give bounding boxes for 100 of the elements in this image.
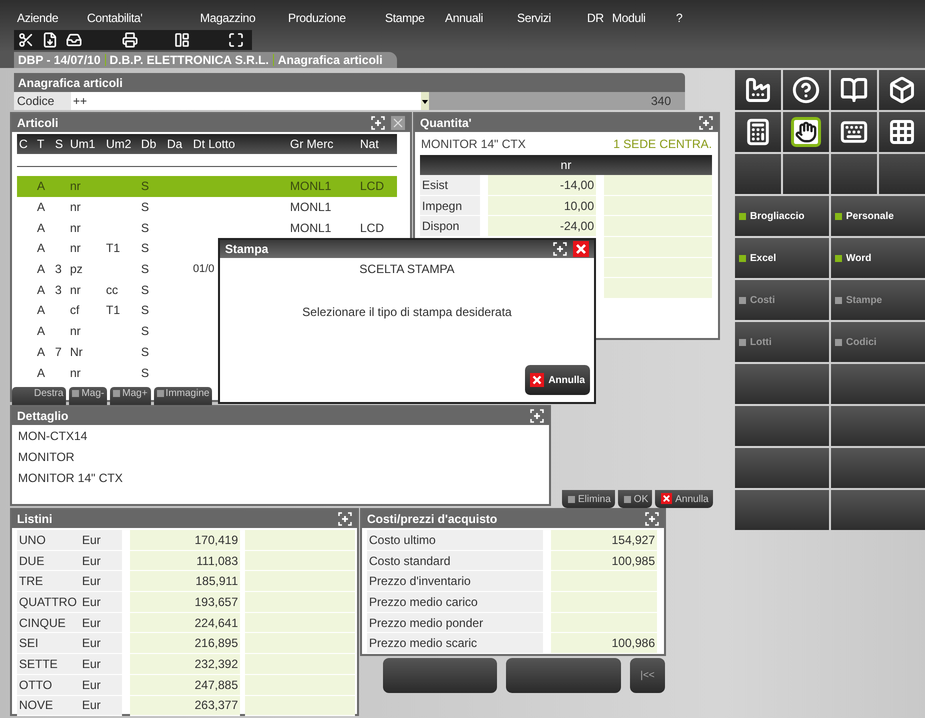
price-value: 216,895 <box>130 633 240 654</box>
table-row[interactable]: A nr S MONL1 <box>17 196 397 218</box>
table-row[interactable]: A nr S MONL1 LCD <box>17 217 397 238</box>
column-header: Um2 <box>106 137 132 151</box>
table-cell-text: S <box>141 344 150 359</box>
scissors-icon[interactable] <box>18 32 34 48</box>
table-cell-text: MONL1 <box>290 179 332 194</box>
toolbar-button[interactable]: Destra <box>12 387 66 405</box>
dropdown-caret-icon[interactable] <box>421 92 429 110</box>
code-input-field[interactable]: ++ <box>71 92 421 110</box>
table-cell-text: A <box>37 200 46 214</box>
cost-value: 154,927 <box>551 530 657 551</box>
price-value: 224,641 <box>130 612 240 634</box>
price-value: 247,885 <box>130 674 240 696</box>
menu-item[interactable]: Aziende <box>17 11 58 25</box>
table-cell-text: S <box>141 179 150 194</box>
column-header: Um1 <box>70 137 96 151</box>
table-cell-text: A <box>37 303 46 318</box>
menu-item[interactable]: Annuali <box>445 11 483 25</box>
toolbar-button[interactable]: Elimina <box>562 490 615 508</box>
price-list-label: OTTO Eur <box>17 674 122 696</box>
expand-icon[interactable] <box>553 242 567 256</box>
menu-item[interactable]: ? <box>676 11 682 25</box>
column-header: Dt Lotto <box>193 137 236 151</box>
price-value: 232,392 <box>130 654 240 675</box>
help-icon <box>792 76 820 104</box>
close-icon[interactable] <box>530 373 544 387</box>
form-title-bar: Anagrafica articoli <box>14 73 685 92</box>
table-cell-text: S <box>141 220 150 235</box>
table-cell-text: T1 <box>106 303 122 318</box>
column-header: Nat <box>360 137 380 151</box>
tool-button[interactable] <box>783 112 829 152</box>
menu-item[interactable]: DR <box>587 11 604 25</box>
expand-icon[interactable] <box>228 32 244 48</box>
table-cell-text: S <box>141 282 150 297</box>
tool-button[interactable] <box>735 112 781 152</box>
side-button[interactable]: Excel <box>735 238 829 278</box>
menu-item[interactable]: Produzione <box>288 11 346 25</box>
cancel-button[interactable]: Annulla <box>525 365 590 395</box>
menu-item[interactable]: Servizi <box>517 11 551 25</box>
tool-button[interactable] <box>879 112 925 152</box>
cost-label: Prezzo medio ponder <box>367 612 543 634</box>
tool-button[interactable] <box>831 112 877 152</box>
menu-item[interactable]: Magazzino <box>200 11 256 25</box>
tray-icon[interactable] <box>66 32 82 48</box>
table-cell-text: LCD <box>360 179 386 194</box>
toolbar-button[interactable]: Immagine <box>154 387 212 405</box>
quantity-value: -24,00 <box>488 216 596 238</box>
cost-label: Costo ultimo <box>367 530 543 551</box>
table-cell-text: A <box>37 262 46 276</box>
close-icon[interactable] <box>661 493 672 504</box>
table-cell-text: A <box>37 220 46 235</box>
menu-item[interactable]: Contabilita' <box>87 11 142 25</box>
column-header: C <box>19 137 29 151</box>
printer-icon[interactable] <box>122 32 138 48</box>
table-cell-text: nr <box>70 282 82 297</box>
window-title: Costi/prezzi d'acquisto <box>367 512 498 526</box>
table-cell-text: S <box>141 366 150 380</box>
table-cell-text: nr <box>70 200 82 214</box>
table-cell-text: nr <box>70 179 82 194</box>
row-label: Impegn <box>420 196 480 216</box>
close-icon[interactable] <box>573 241 589 257</box>
price-list-label: TRE Eur <box>17 571 122 592</box>
table-row[interactable]: A nr S MONL1 LCD <box>17 176 397 197</box>
menu-item[interactable]: Moduli <box>612 11 646 25</box>
price-value: 185,911 <box>130 571 240 592</box>
grid-icon <box>888 118 916 146</box>
column-header: T <box>37 137 46 151</box>
table-cell-text: A <box>37 282 46 297</box>
side-button[interactable]: Personale <box>831 196 925 236</box>
code-label: Codice <box>14 92 71 110</box>
product-name: MONITOR 14" CTX <box>421 137 526 151</box>
table-cell-text: nr <box>70 366 82 380</box>
price-value: 111,083 <box>130 550 240 572</box>
table-cell-text: nr <box>70 220 82 235</box>
column-header: Da <box>167 137 184 151</box>
side-button[interactable]: Word <box>831 238 925 278</box>
breadcrumb-item: DBP - 14/07/10 <box>18 53 100 67</box>
tool-button[interactable] <box>879 70 925 110</box>
row-label: Esist <box>420 175 480 196</box>
breadcrumb-item: D.B.P. ELETTRONICA S.R.L. <box>110 53 269 67</box>
dialog-message: Selezionare il tipo di stampa desiderata <box>302 305 512 319</box>
table-cell-text: LCD <box>360 220 386 235</box>
toolbar-button[interactable]: OK <box>618 490 652 508</box>
breadcrumb-item: Anagrafica articoli <box>278 53 383 67</box>
document-icon[interactable] <box>42 32 58 48</box>
menu-item[interactable]: Stampe <box>385 11 425 25</box>
tool-button[interactable] <box>783 70 829 110</box>
tool-button[interactable] <box>735 70 781 110</box>
layout-icon[interactable] <box>174 32 190 48</box>
toolbar-button[interactable]: Mag- <box>69 387 108 405</box>
store-name: 1 SEDE CENTRA. <box>613 137 712 151</box>
tool-button[interactable] <box>831 70 877 110</box>
table-cell-text: A <box>37 344 46 359</box>
quantity-value: 10,00 <box>488 196 596 216</box>
toolbar-button[interactable]: Mag+ <box>110 387 151 405</box>
first-page-button[interactable]: |<< <box>630 658 665 693</box>
toolbar-button[interactable]: Annulla <box>655 490 713 508</box>
side-button[interactable]: Brogliaccio <box>735 196 829 236</box>
keyboard-icon <box>840 118 868 146</box>
